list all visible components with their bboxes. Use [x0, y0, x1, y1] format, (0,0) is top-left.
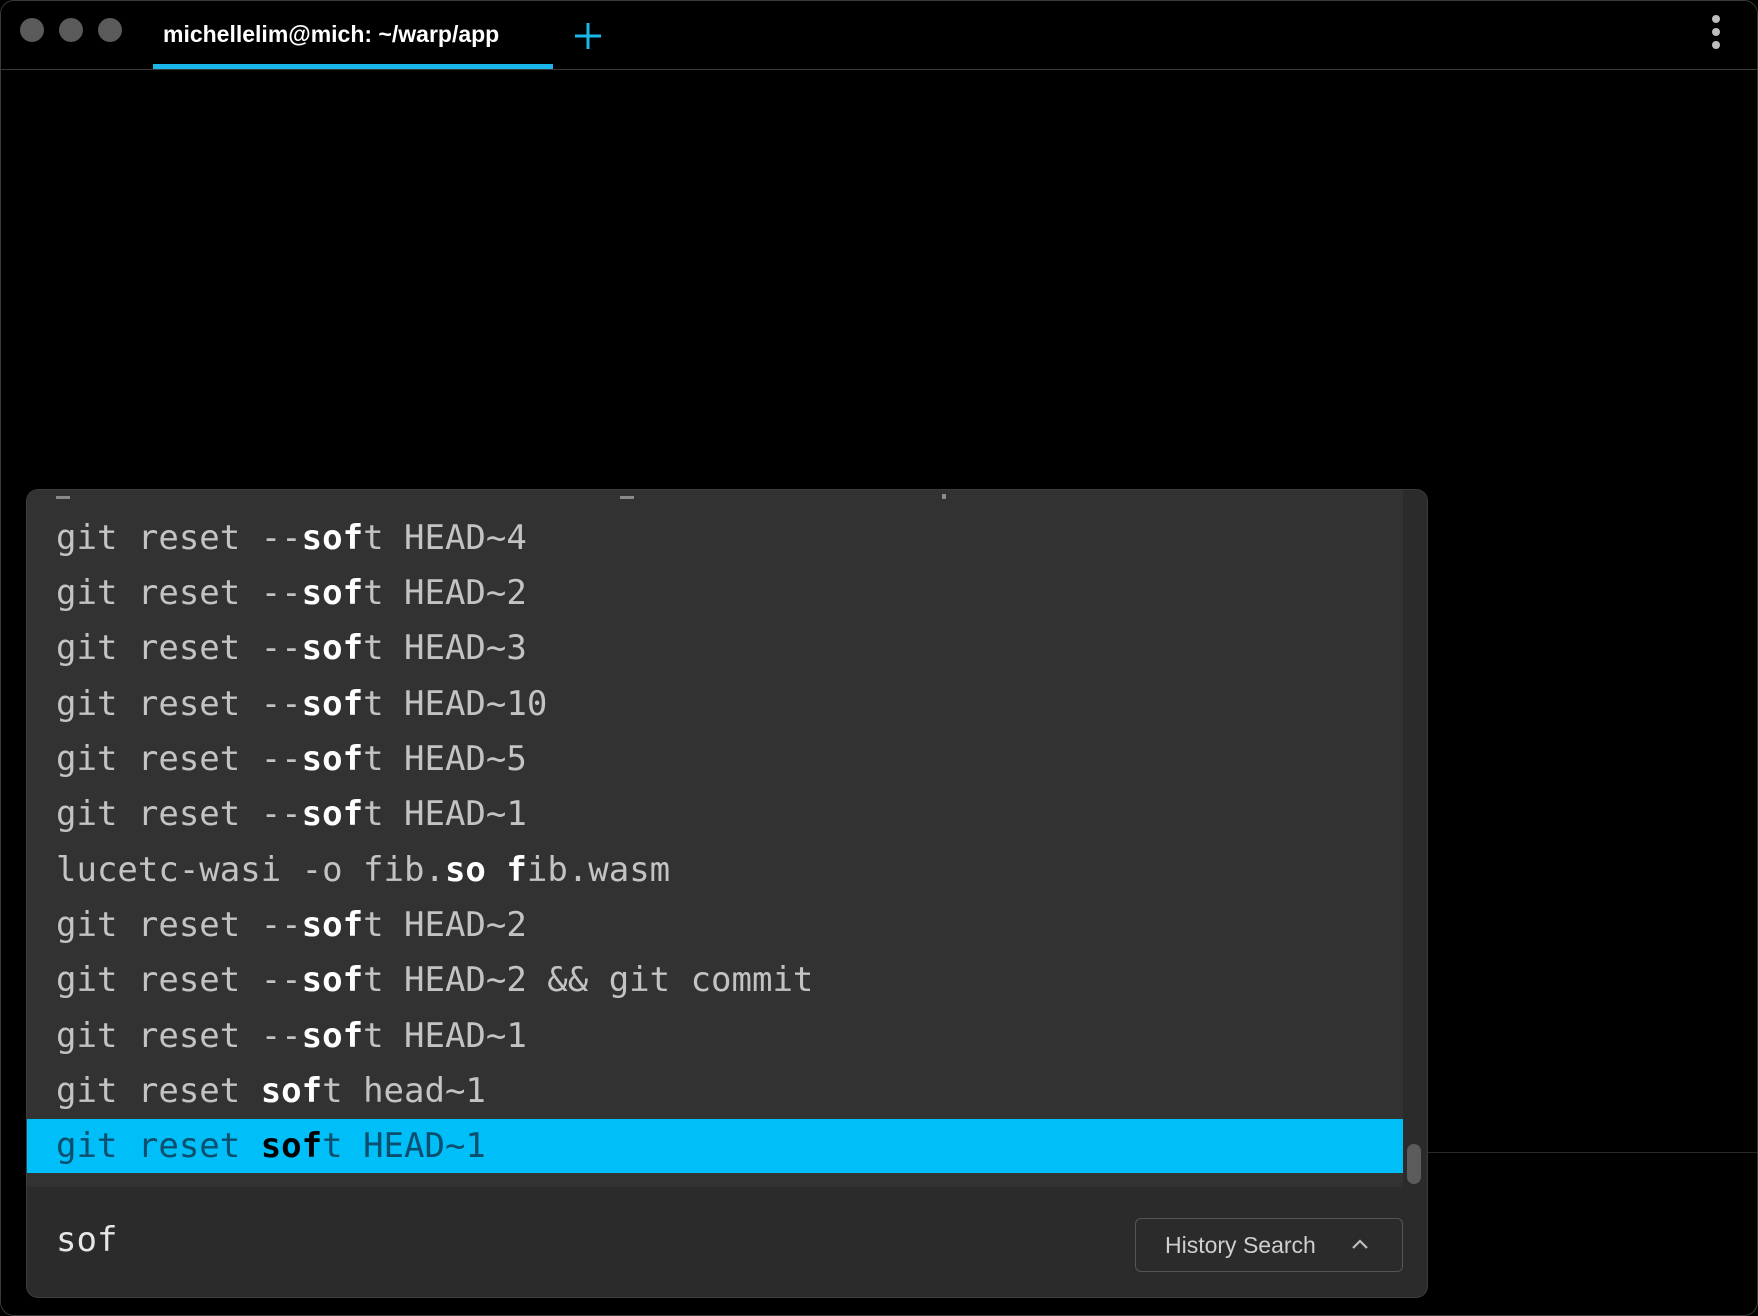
history-search-mode-button[interactable]: History Search	[1135, 1218, 1403, 1272]
history-scrollbar[interactable]	[1403, 490, 1427, 1187]
history-command: git reset --soft HEAD~2	[56, 566, 527, 620]
history-command: git reset --soft HEAD~1	[56, 787, 527, 841]
command-text: git reset --	[56, 1016, 302, 1056]
command-text: t HEAD~1	[363, 1016, 527, 1056]
command-text: git reset --	[56, 905, 302, 945]
tab-active-session[interactable]: michellelim@mich: ~/warp/app	[153, 1, 553, 69]
command-text: t HEAD~3	[363, 628, 527, 668]
more-vertical-icon[interactable]	[1709, 15, 1723, 55]
command-text: lucetc-wasi -o fib.	[56, 850, 445, 890]
close-window-button[interactable]	[20, 18, 44, 42]
match-highlight: sof	[301, 518, 364, 558]
match-highlight: sof	[260, 1126, 323, 1166]
history-row[interactable]: git reset --soft HEAD~5	[27, 732, 1403, 786]
scrollbar-thumb[interactable]	[1407, 1144, 1421, 1184]
command-text	[486, 850, 506, 890]
match-highlight: sof	[301, 794, 364, 834]
history-search-input[interactable]: sof	[56, 1220, 117, 1260]
command-text: t HEAD~5	[363, 739, 527, 779]
command-text: t HEAD~1	[363, 794, 527, 834]
history-command: git reset --soft HEAD~1	[56, 1009, 527, 1063]
command-text: git reset --	[56, 960, 302, 1000]
history-command: git reset --soft HEAD~4	[56, 511, 527, 565]
history-row[interactable]: git reset --soft HEAD~10	[27, 677, 1403, 731]
match-highlight: so	[444, 850, 486, 890]
match-highlight: sof	[301, 960, 364, 1000]
terminal-window: michellelim@mich: ~/warp/app git reset -…	[0, 0, 1758, 1316]
history-search-mode-label: History Search	[1165, 1232, 1316, 1258]
minimize-window-button[interactable]	[59, 18, 83, 42]
command-text: t HEAD~10	[363, 684, 548, 724]
match-highlight: f	[506, 850, 527, 890]
tab-title: michellelim@mich: ~/warp/app	[163, 21, 500, 47]
history-row[interactable]: git reset --soft HEAD~2	[27, 566, 1403, 620]
match-highlight: sof	[301, 573, 364, 613]
history-command: git reset soft head~1	[56, 1064, 486, 1118]
clipped-row-fragment	[56, 494, 946, 499]
input-divider	[1427, 1152, 1757, 1153]
match-highlight: sof	[301, 684, 364, 724]
history-row[interactable]: git reset --soft HEAD~1	[27, 787, 1403, 841]
command-text: t HEAD~1	[322, 1126, 486, 1166]
history-command: lucetc-wasi -o fib.so fib.wasm	[56, 843, 670, 897]
match-highlight: sof	[301, 1016, 364, 1056]
command-text: git reset	[56, 1071, 261, 1111]
command-text: t head~1	[322, 1071, 486, 1111]
history-command: git reset --soft HEAD~2 && git commit	[56, 953, 813, 1007]
command-text: git reset --	[56, 684, 302, 724]
active-tab-indicator	[153, 64, 553, 69]
history-row[interactable]: lucetc-wasi -o fib.so fib.wasm	[27, 843, 1403, 897]
match-highlight: sof	[260, 1071, 323, 1111]
history-row[interactable]: git reset --soft HEAD~4	[27, 511, 1403, 565]
match-highlight: sof	[301, 905, 364, 945]
command-text: git reset --	[56, 573, 302, 613]
command-text: t HEAD~4	[363, 518, 527, 558]
command-text: git reset --	[56, 518, 302, 558]
command-text: git reset --	[56, 794, 302, 834]
command-text: t HEAD~2	[363, 573, 527, 613]
history-row[interactable]: git reset --soft HEAD~3	[27, 621, 1403, 675]
history-row-selected[interactable]: git reset soft HEAD~1	[27, 1119, 1403, 1173]
zoom-window-button[interactable]	[98, 18, 122, 42]
history-row[interactable]: git reset soft head~1	[27, 1064, 1403, 1118]
chevron-up-icon	[1352, 1239, 1368, 1249]
title-bar: michellelim@mich: ~/warp/app	[1, 1, 1757, 70]
command-text: git reset --	[56, 628, 302, 668]
match-highlight: sof	[301, 628, 364, 668]
history-results-list[interactable]: git reset --soft HEAD~4 git reset --soft …	[27, 490, 1403, 1187]
history-row[interactable]: git reset --soft HEAD~1	[27, 1009, 1403, 1063]
command-text: git reset --	[56, 739, 302, 779]
history-command: git reset --soft HEAD~5	[56, 732, 527, 786]
command-text: t HEAD~2	[363, 905, 527, 945]
history-row[interactable]: git reset --soft HEAD~2 && git commit	[27, 953, 1403, 1007]
command-text: git reset	[56, 1126, 261, 1166]
history-command: git reset soft HEAD~1	[56, 1119, 486, 1173]
history-search-panel: git reset --soft HEAD~4 git reset --soft …	[26, 489, 1428, 1298]
history-command: git reset --soft HEAD~2	[56, 898, 527, 952]
match-highlight: sof	[301, 739, 364, 779]
history-command: git reset --soft HEAD~10	[56, 677, 547, 731]
history-command: git reset --soft HEAD~3	[56, 621, 527, 675]
command-text: t HEAD~2 && git commit	[363, 960, 814, 1000]
history-row[interactable]: git reset --soft HEAD~2	[27, 898, 1403, 952]
command-text: ib.wasm	[526, 850, 671, 890]
new-tab-plus-icon[interactable]	[571, 19, 605, 53]
